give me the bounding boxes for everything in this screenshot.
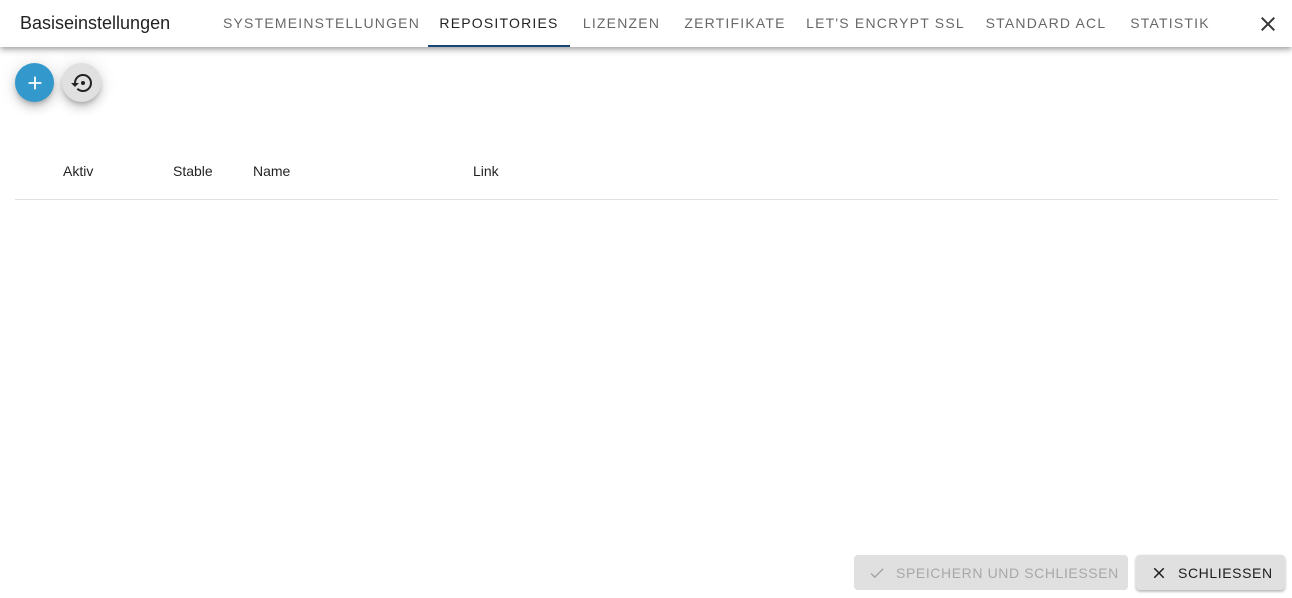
column-header-aktiv[interactable]: Aktiv <box>63 163 93 179</box>
close-button[interactable]: Schließen <box>1136 555 1285 590</box>
column-header-stable[interactable]: Stable <box>173 163 213 179</box>
close-icon <box>1150 564 1168 582</box>
save-and-close-button[interactable]: Speichern und schließen <box>854 555 1128 590</box>
check-icon <box>868 564 886 582</box>
dialog-header: Basiseinstellungen Systemeinstellungen R… <box>0 0 1292 47</box>
column-header-link[interactable]: Link <box>473 163 499 179</box>
tab-lets-encrypt-ssl[interactable]: Let's Encrypt SSL <box>797 0 974 47</box>
tab-systemeinstellungen[interactable]: Systemeinstellungen <box>215 0 428 47</box>
restore-history-icon <box>70 71 94 95</box>
save-and-close-label: Speichern und schließen <box>896 564 1119 581</box>
tab-lizenzen[interactable]: Lizenzen <box>570 0 673 47</box>
tab-statistik[interactable]: Statistik <box>1118 0 1222 47</box>
close-icon[interactable] <box>1256 12 1280 36</box>
add-repository-button[interactable] <box>15 63 54 102</box>
close-label: Schließen <box>1178 564 1273 581</box>
restore-defaults-button[interactable] <box>62 63 101 102</box>
repositories-table-header: Aktiv Stable Name Link <box>15 145 1278 200</box>
dialog-title: Basiseinstellungen <box>20 13 171 33</box>
tab-repositories[interactable]: Repositories <box>428 0 570 47</box>
active-tab-indicator <box>428 45 570 47</box>
tab-standard-acl[interactable]: Standard ACL <box>974 0 1118 47</box>
tab-zertifikate[interactable]: Zertifikate <box>673 0 797 47</box>
column-header-name[interactable]: Name <box>253 163 290 179</box>
plus-icon <box>24 72 46 94</box>
